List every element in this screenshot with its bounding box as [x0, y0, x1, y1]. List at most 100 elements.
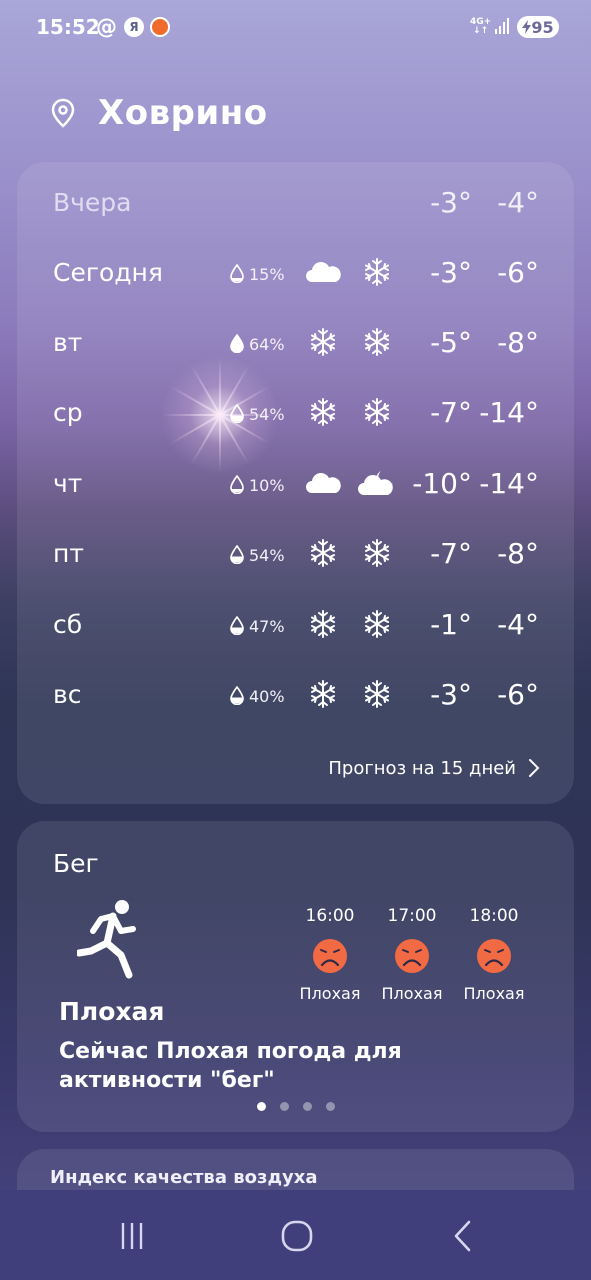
activity-status: Плохая	[59, 997, 165, 1026]
back-button[interactable]	[443, 1218, 483, 1254]
at-icon: @	[96, 15, 117, 39]
cloud-icon	[306, 262, 341, 282]
status-time: 15:52	[36, 15, 100, 39]
forecast-low: -14°	[479, 396, 539, 429]
15-day-forecast-label: Прогноз на 15 дней	[328, 757, 516, 779]
snowflake-icon	[365, 258, 389, 286]
snowflake-icon	[365, 539, 389, 567]
forecast-day: пт	[53, 539, 84, 568]
forecast-day: чт	[53, 469, 83, 498]
forecast-high: -7°	[430, 396, 472, 429]
sad-face-icon	[395, 939, 429, 973]
battery-level: 95	[531, 17, 554, 37]
sad-face-icon	[477, 939, 511, 973]
forecast-row[interactable]: вс 40% -3° -6°	[17, 660, 574, 730]
page-indicator	[257, 1102, 349, 1111]
precip-chance: 54%	[249, 405, 285, 424]
activity-description: Сейчас Плохая погода для активности "бег…	[59, 1039, 402, 1093]
city-name: Ховрино	[98, 93, 268, 133]
forecast-high: -7°	[430, 537, 472, 570]
snowflake-icon	[365, 680, 389, 708]
hour-status: Плохая	[381, 984, 443, 1003]
cloud-moon-icon	[358, 471, 393, 495]
raindrop-icon	[230, 545, 244, 564]
snowflake-icon	[311, 328, 335, 356]
forecast-low: -8°	[497, 326, 539, 359]
raindrop-icon	[230, 404, 244, 423]
forecast-row-yesterday: Вчера -3° -4°	[17, 168, 574, 238]
hour-time: 16:00	[305, 906, 355, 926]
forecast-row[interactable]: чт 10% -10° -14°	[17, 449, 574, 519]
snowflake-icon	[365, 610, 389, 638]
activity-title: Бег	[53, 849, 99, 878]
page-dot-active	[257, 1102, 266, 1111]
air-quality-title: Индекс качества воздуха	[50, 1167, 318, 1188]
forecast-high: -1°	[430, 608, 472, 641]
precip-chance: 40%	[249, 687, 285, 706]
hour-time: 18:00	[469, 906, 519, 926]
snowflake-icon	[311, 610, 335, 638]
yandex-icon: Я	[124, 17, 144, 37]
precip-chance: 54%	[249, 546, 285, 565]
forecast-low: -4°	[497, 608, 539, 641]
charging-icon	[522, 20, 532, 34]
cloud-icon	[306, 473, 341, 493]
forecast-low: -4°	[497, 186, 539, 219]
daily-forecast-card[interactable]: Вчера -3° -4° Сегодня 15% -3° -6° вт 64%…	[17, 162, 574, 804]
forecast-row[interactable]: пт 54% -7° -8°	[17, 519, 574, 589]
forecast-high: -3°	[430, 678, 472, 711]
page-dot	[280, 1102, 289, 1111]
hourly-activity: 16:00 Плохая	[290, 906, 370, 1003]
raindrop-icon	[230, 475, 244, 494]
page-dot	[303, 1102, 312, 1111]
forecast-day: Вчера	[53, 188, 132, 217]
hour-time: 17:00	[387, 906, 437, 926]
orange-app-icon	[150, 17, 170, 37]
raindrop-icon	[230, 264, 244, 283]
recent-apps-button[interactable]	[112, 1218, 152, 1254]
sad-face-icon	[313, 939, 347, 973]
forecast-low: -6°	[497, 678, 539, 711]
forecast-day: вт	[53, 328, 83, 357]
forecast-row[interactable]: вт 64% -5° -8°	[17, 308, 574, 378]
precip-chance: 64%	[249, 335, 285, 354]
forecast-high: -5°	[430, 326, 472, 359]
forecast-low: -6°	[497, 256, 539, 289]
status-bar: 15:52 @ Я 4G+ ↓↑ 95	[0, 0, 591, 56]
forecast-row[interactable]: ср 54% -7° -14°	[17, 378, 574, 448]
runner-icon	[77, 900, 136, 979]
location-pin-icon	[51, 98, 75, 128]
battery-indicator: 95	[517, 16, 559, 38]
snowflake-icon	[365, 398, 389, 426]
forecast-day: ср	[53, 398, 83, 427]
hour-status: Плохая	[299, 984, 361, 1003]
location-header[interactable]: Ховрино	[50, 90, 268, 136]
network-type-icon: 4G+ ↓↑	[470, 17, 492, 36]
page-dot	[326, 1102, 335, 1111]
snowflake-icon	[311, 398, 335, 426]
forecast-day: Сегодня	[53, 258, 163, 287]
back-icon	[454, 1220, 471, 1252]
forecast-high: -10°	[412, 467, 472, 500]
precip-chance: 47%	[249, 617, 285, 636]
raindrop-icon	[230, 616, 244, 635]
precip-chance: 15%	[249, 265, 285, 284]
home-button[interactable]	[277, 1218, 317, 1254]
forecast-row[interactable]: сб 47% -1° -4°	[17, 590, 574, 660]
forecast-day: сб	[53, 610, 83, 639]
forecast-low: -8°	[497, 537, 539, 570]
snowflake-icon	[311, 539, 335, 567]
hourly-activity: 18:00 Плохая	[454, 906, 534, 1003]
chevron-right-icon	[529, 759, 540, 777]
home-icon	[281, 1220, 313, 1252]
running-activity-card[interactable]: Бег 16:00 Плохая 17:00 Плохая 18:00 Плох…	[17, 821, 574, 1132]
precip-chance: 10%	[249, 476, 285, 495]
forecast-row[interactable]: Сегодня 15% -3° -6°	[17, 238, 574, 308]
signal-icon	[495, 18, 509, 34]
forecast-low: -14°	[479, 467, 539, 500]
15-day-forecast-link[interactable]: Прогноз на 15 дней	[328, 755, 540, 781]
forecast-day: вс	[53, 680, 82, 709]
hour-status: Плохая	[463, 984, 525, 1003]
forecast-high: -3°	[430, 256, 472, 289]
forecast-high: -3°	[430, 186, 472, 219]
